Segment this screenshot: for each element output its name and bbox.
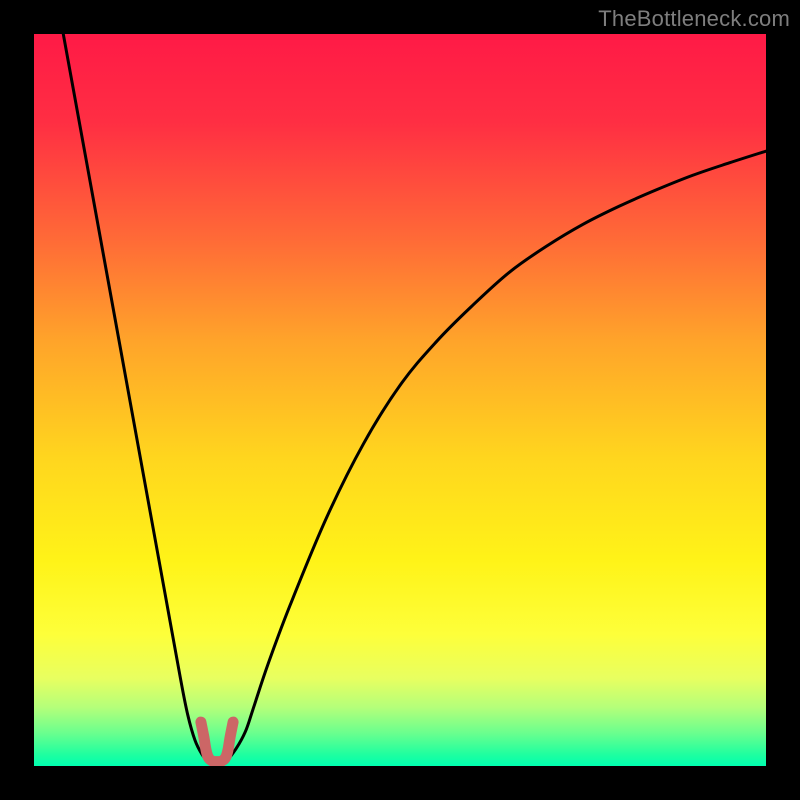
- watermark-text: TheBottleneck.com: [598, 6, 790, 32]
- bottleneck-curve: [34, 34, 766, 766]
- chart-frame: TheBottleneck.com: [0, 0, 800, 800]
- plot-area: [34, 34, 766, 766]
